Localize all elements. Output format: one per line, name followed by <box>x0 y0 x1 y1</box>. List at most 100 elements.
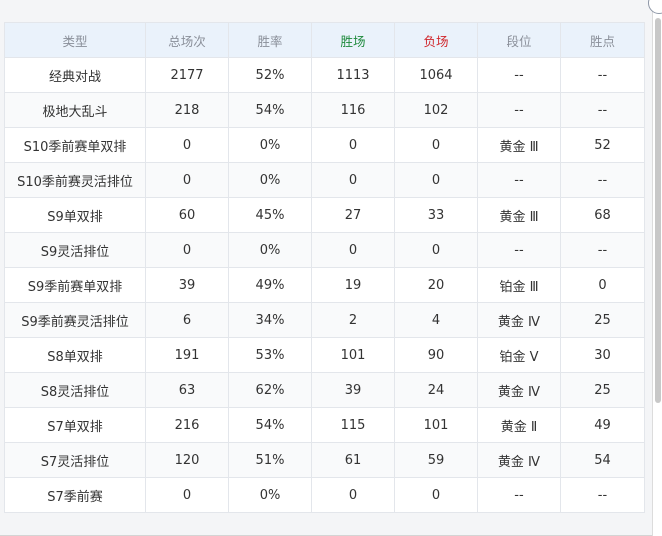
cell-wins: 39 <box>311 372 395 408</box>
cell-tier: 黄金 Ⅳ <box>477 442 561 478</box>
cell-tier: 黄金 Ⅲ <box>477 127 561 163</box>
cell-tier: -- <box>477 162 561 198</box>
cell-rate: 0% <box>228 232 312 268</box>
cell-type: S9单双排 <box>4 197 146 233</box>
cell-wins: 19 <box>311 267 395 303</box>
scrollbar-thumb[interactable] <box>655 18 661 403</box>
table-row: S9单双排 60 45% 27 33 黄金 Ⅲ 68 <box>4 197 645 233</box>
cell-wins: 61 <box>311 442 395 478</box>
cell-points: 25 <box>560 302 645 338</box>
cell-type: S7灵活排位 <box>4 442 146 478</box>
header-total: 总场次 <box>145 22 229 58</box>
cell-tier: 铂金 Ⅴ <box>477 337 561 373</box>
cell-points: 0 <box>560 267 645 303</box>
header-tier: 段位 <box>477 22 561 58</box>
cell-type: 经典对战 <box>4 57 146 93</box>
cell-type: S7单双排 <box>4 407 146 443</box>
cell-rate: 52% <box>228 57 312 93</box>
cell-losses: 0 <box>394 162 478 198</box>
cell-wins: 116 <box>311 92 395 128</box>
cell-wins: 115 <box>311 407 395 443</box>
cell-wins: 0 <box>311 162 395 198</box>
cell-points: 25 <box>560 372 645 408</box>
cell-rate: 0% <box>228 477 312 513</box>
cell-losses: 24 <box>394 372 478 408</box>
cell-tier: 黄金 Ⅲ <box>477 197 561 233</box>
cell-points: -- <box>560 232 645 268</box>
scrollbar-track[interactable] <box>653 0 662 536</box>
cell-rate: 45% <box>228 197 312 233</box>
cell-total: 218 <box>145 92 229 128</box>
cell-total: 0 <box>145 127 229 163</box>
cell-type: S9季前赛单双排 <box>4 267 146 303</box>
cell-tier: 黄金 Ⅱ <box>477 407 561 443</box>
table-row: S9季前赛单双排 39 49% 19 20 铂金 Ⅲ0 <box>4 267 645 303</box>
cell-points: -- <box>560 92 645 128</box>
table-row: S7季前赛 0 0% 0 0 -- -- <box>4 477 645 513</box>
table-row: S8单双排 191 53% 101 90 铂金 Ⅴ 30 <box>4 337 645 373</box>
cell-type: S8灵活排位 <box>4 372 146 408</box>
cell-wins: 101 <box>311 337 395 373</box>
cell-points: 30 <box>560 337 645 373</box>
cell-tier: -- <box>477 57 561 93</box>
header-losses: 负场 <box>394 22 478 58</box>
cell-tier: 黄金 Ⅳ <box>477 372 561 408</box>
cell-total: 0 <box>145 232 229 268</box>
table-row: S9季前赛灵活排位 6 34% 2 4 黄金 Ⅳ 25 <box>4 302 645 338</box>
cell-total: 0 <box>145 477 229 513</box>
table-row: S7单双排 216 54% 115 101 黄金 Ⅱ 49 <box>4 407 645 443</box>
cell-points: 52 <box>560 127 645 163</box>
table-row: S10季前赛单双排 0 0% 0 0 黄金 Ⅲ 52 <box>4 127 645 163</box>
cell-type: S10季前赛单双排 <box>4 127 146 163</box>
cell-total: 120 <box>145 442 229 478</box>
cell-total: 2177 <box>145 57 229 93</box>
cell-rate: 49% <box>228 267 312 303</box>
stats-table: 类型 总场次 胜率 胜场 负场 段位 胜点 经典对战 2177 52% 1113 106… <box>4 22 645 513</box>
cell-losses: 33 <box>394 197 478 233</box>
cell-losses: 59 <box>394 442 478 478</box>
cell-type: S9季前赛灵活排位 <box>4 302 146 338</box>
cell-wins: 0 <box>311 232 395 268</box>
cell-tier: 铂金 Ⅲ <box>477 267 561 303</box>
cell-points: 54 <box>560 442 645 478</box>
cell-wins: 2 <box>311 302 395 338</box>
cell-tier: -- <box>477 232 561 268</box>
cell-points: -- <box>560 477 645 513</box>
header-rate: 胜率 <box>228 22 312 58</box>
cell-type: 极地大乱斗 <box>4 92 146 128</box>
cell-type: S10季前赛灵活排位 <box>4 162 146 198</box>
cell-rate: 0% <box>228 127 312 163</box>
cell-total: 0 <box>145 162 229 198</box>
cell-points: -- <box>560 57 645 93</box>
cell-total: 60 <box>145 197 229 233</box>
table-row: 极地大乱斗 218 54% 116 102 -- -- <box>4 92 645 128</box>
cell-type: S9灵活排位 <box>4 232 146 268</box>
cell-rate: 62% <box>228 372 312 408</box>
cell-tier: -- <box>477 477 561 513</box>
cell-total: 39 <box>145 267 229 303</box>
table-header-row: 类型 总场次 胜率 胜场 负场 段位 胜点 <box>4 22 645 58</box>
cell-total: 63 <box>145 372 229 408</box>
cell-losses: 101 <box>394 407 478 443</box>
table-body: 经典对战 2177 52% 1113 1064 -- -- 极地大乱斗 218 54% 116 102… <box>4 57 645 513</box>
cell-losses: 4 <box>394 302 478 338</box>
cell-type: S7季前赛 <box>4 477 146 513</box>
cell-rate: 54% <box>228 407 312 443</box>
cell-rate: 53% <box>228 337 312 373</box>
table-row: 经典对战 2177 52% 1113 1064 -- -- <box>4 57 645 93</box>
stats-panel: 类型 总场次 胜率 胜场 负场 段位 胜点 经典对战 2177 52% 1113 106… <box>0 0 653 536</box>
header-type: 类型 <box>4 22 146 58</box>
cell-rate: 34% <box>228 302 312 338</box>
cell-losses: 1064 <box>394 57 478 93</box>
cell-losses: 0 <box>394 232 478 268</box>
header-points: 胜点 <box>560 22 645 58</box>
cell-losses: 20 <box>394 267 478 303</box>
cell-wins: 1113 <box>311 57 395 93</box>
cell-wins: 0 <box>311 477 395 513</box>
cell-points: 68 <box>560 197 645 233</box>
cell-losses: 0 <box>394 477 478 513</box>
cell-tier: -- <box>477 92 561 128</box>
table-row: S8灵活排位 63 62% 39 24 黄金 Ⅳ 25 <box>4 372 645 408</box>
cell-rate: 54% <box>228 92 312 128</box>
header-wins: 胜场 <box>311 22 395 58</box>
